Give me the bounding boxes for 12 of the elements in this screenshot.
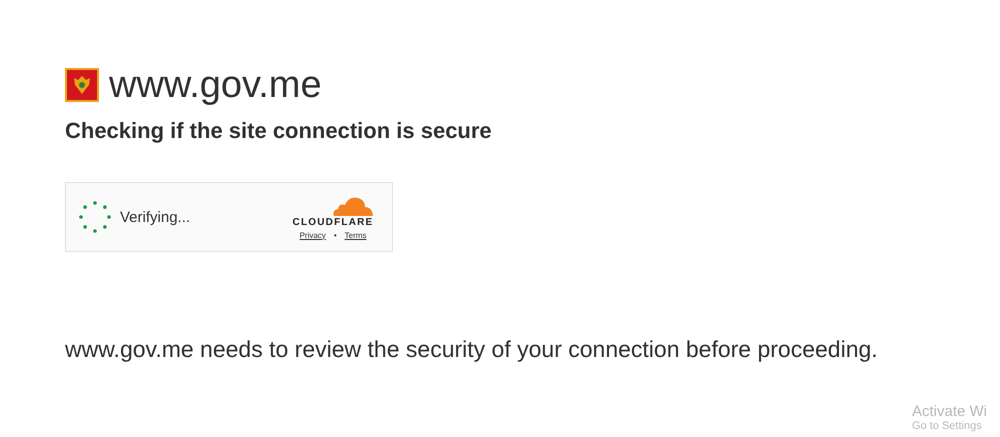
review-message: www.gov.me needs to review the security of your connection before proceeding.	[65, 336, 878, 363]
site-domain: www.gov.me	[109, 66, 322, 104]
brand-name: CLOUDFLARE	[292, 216, 374, 228]
terms-link[interactable]: Terms	[344, 230, 366, 240]
privacy-link[interactable]: Privacy	[300, 230, 326, 240]
page-heading: Checking if the site connection is secure	[65, 118, 493, 144]
verifying-status: Verifying...	[120, 208, 190, 226]
link-separator: •	[334, 230, 337, 240]
spinner-icon	[78, 200, 112, 234]
activation-title: Activate Wi	[912, 403, 988, 420]
flag-icon	[65, 68, 99, 102]
activation-subtitle: Go to Settings	[912, 420, 983, 432]
